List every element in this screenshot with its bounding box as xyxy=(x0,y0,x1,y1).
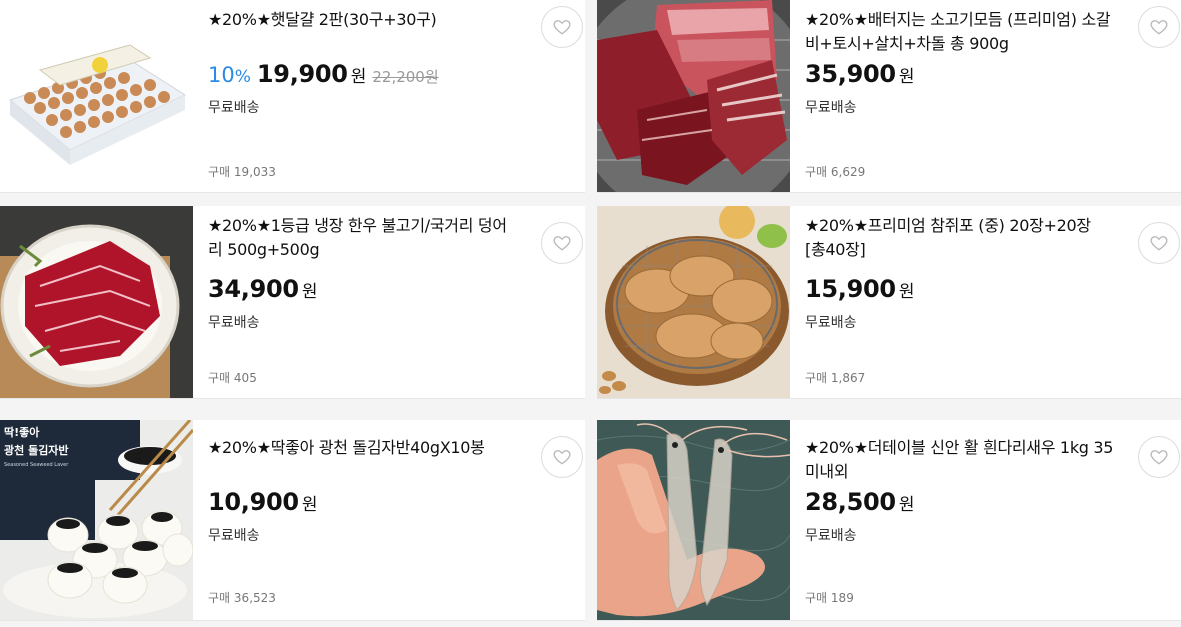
product-title[interactable]: ★20%★배터지는 소고기모듬 (프리미엄) 소갈비+토시+살치+차돌 총 90… xyxy=(805,8,1115,56)
price-row: 10% 19,900 원 22,200원 xyxy=(208,60,439,88)
wishlist-button[interactable] xyxy=(1138,6,1180,48)
product-image-egg-trays[interactable] xyxy=(0,0,193,192)
purchase-count: 구매 19,033 xyxy=(208,165,276,179)
product-card[interactable]: ★20%★1등급 냉장 한우 불고기/국거리 덩어리 500g+500g 34,… xyxy=(0,206,585,399)
sale-price: 15,900 xyxy=(805,275,896,303)
product-image-live-shrimp[interactable] xyxy=(597,420,790,620)
heart-outline-icon xyxy=(553,20,571,35)
price-unit: 원 xyxy=(350,67,367,87)
product-title[interactable]: ★20%★햇달걀 2판(30구+30구) xyxy=(208,8,518,32)
product-info: ★20%★햇달걀 2판(30구+30구) 10% 19,900 원 22,200… xyxy=(208,0,573,192)
shipping-info: 무료배송 xyxy=(805,528,857,544)
purchase-count: 구매 405 xyxy=(208,371,257,385)
purchase-count: 구매 189 xyxy=(805,591,854,605)
sale-price: 28,500 xyxy=(805,488,896,516)
product-info: ★20%★딱좋아 광천 돌김자반40gX10봉 10,900 원 무료배송 구매… xyxy=(208,420,573,620)
product-image-filefish-jerky[interactable] xyxy=(597,206,790,398)
price-unit: 원 xyxy=(898,495,915,515)
package-brand-text: 딱!좋아 xyxy=(4,425,40,439)
product-card[interactable]: ★20%★햇달걀 2판(30구+30구) 10% 19,900 원 22,200… xyxy=(0,0,585,193)
wishlist-button[interactable] xyxy=(541,6,583,48)
price-row: 28,500 원 xyxy=(805,488,914,516)
price-row: 34,900 원 xyxy=(208,275,317,303)
wishlist-button[interactable] xyxy=(1138,222,1180,264)
wishlist-button[interactable] xyxy=(541,222,583,264)
purchase-count: 구매 6,629 xyxy=(805,165,866,179)
package-subtitle-text: Seasoned Seaweed Laver xyxy=(4,462,69,468)
product-card[interactable]: ★20%★프리미엄 참쥐포 (중) 20장+20장 [총40장] 15,900 … xyxy=(597,206,1181,399)
purchase-count: 구매 1,867 xyxy=(805,371,866,385)
product-image-seaweed-rice-balls[interactable]: 딱!좋아 광천 돌김자반 Seasoned Seaweed Laver xyxy=(0,420,193,620)
shipping-info: 무료배송 xyxy=(208,100,260,116)
price-unit: 원 xyxy=(301,282,318,302)
heart-outline-icon xyxy=(1150,236,1168,251)
product-info: ★20%★프리미엄 참쥐포 (중) 20장+20장 [총40장] 15,900 … xyxy=(805,206,1170,398)
sale-price: 34,900 xyxy=(208,275,299,303)
heart-outline-icon xyxy=(553,450,571,465)
product-info: ★20%★더테이블 신안 활 흰다리새우 1kg 35미내외 28,500 원 … xyxy=(805,420,1170,620)
product-grid: ★20%★햇달걀 2판(30구+30구) 10% 19,900 원 22,200… xyxy=(0,0,1181,627)
product-image-grilled-beef[interactable] xyxy=(597,0,790,192)
product-title[interactable]: ★20%★1등급 냉장 한우 불고기/국거리 덩어리 500g+500g xyxy=(208,214,518,262)
shipping-info: 무료배송 xyxy=(805,100,857,116)
price-row: 15,900 원 xyxy=(805,275,914,303)
product-image-raw-beef-plate[interactable] xyxy=(0,206,193,398)
heart-outline-icon xyxy=(1150,450,1168,465)
heart-outline-icon xyxy=(1150,20,1168,35)
sale-price: 35,900 xyxy=(805,60,896,88)
heart-outline-icon xyxy=(553,236,571,251)
price-unit: 원 xyxy=(301,495,318,515)
product-title[interactable]: ★20%★프리미엄 참쥐포 (중) 20장+20장 [총40장] xyxy=(805,214,1115,262)
shipping-info: 무료배송 xyxy=(805,315,857,331)
product-title[interactable]: ★20%★더테이블 신안 활 흰다리새우 1kg 35미내외 xyxy=(805,436,1115,484)
product-card[interactable]: ★20%★배터지는 소고기모듬 (프리미엄) 소갈비+토시+살치+차돌 총 90… xyxy=(597,0,1181,193)
price-unit: 원 xyxy=(898,67,915,87)
price-unit: 원 xyxy=(898,282,915,302)
price-row: 10,900 원 xyxy=(208,488,317,516)
original-price: 22,200원 xyxy=(372,68,439,86)
discount-rate: 10% xyxy=(208,63,251,87)
shipping-info: 무료배송 xyxy=(208,528,260,544)
wishlist-button[interactable] xyxy=(1138,436,1180,478)
shipping-info: 무료배송 xyxy=(208,315,260,331)
product-info: ★20%★배터지는 소고기모듬 (프리미엄) 소갈비+토시+살치+차돌 총 90… xyxy=(805,0,1170,192)
price-row: 35,900 원 xyxy=(805,60,914,88)
purchase-count: 구매 36,523 xyxy=(208,591,276,605)
product-title[interactable]: ★20%★딱좋아 광천 돌김자반40gX10봉 xyxy=(208,436,518,460)
product-info: ★20%★1등급 냉장 한우 불고기/국거리 덩어리 500g+500g 34,… xyxy=(208,206,573,398)
sale-price: 19,900 xyxy=(256,60,348,88)
product-card[interactable]: 딱!좋아 광천 돌김자반 Seasoned Seaweed Laver ★20%… xyxy=(0,420,585,621)
wishlist-button[interactable] xyxy=(541,436,583,478)
package-product-text: 광천 돌김자반 xyxy=(4,443,69,457)
product-card[interactable]: ★20%★더테이블 신안 활 흰다리새우 1kg 35미내외 28,500 원 … xyxy=(597,420,1181,621)
sale-price: 10,900 xyxy=(208,488,299,516)
